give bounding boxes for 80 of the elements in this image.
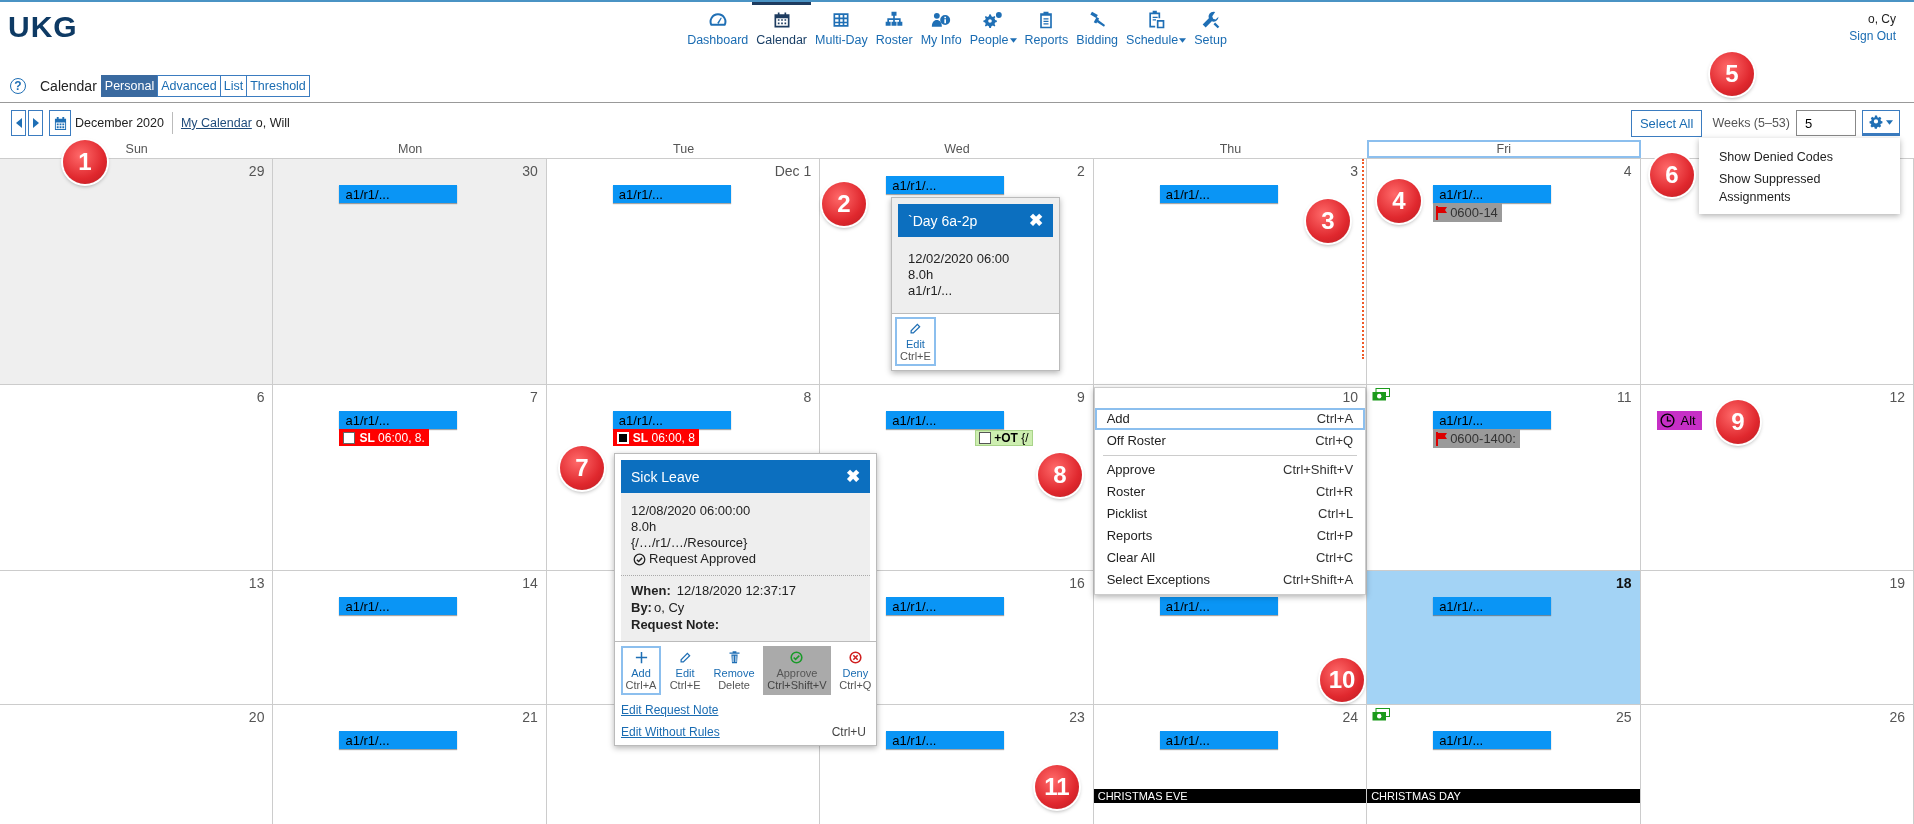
detail-text: a1/r1/...	[908, 283, 954, 299]
field-label: By:	[631, 599, 652, 616]
field-label: Request Note:	[631, 616, 720, 633]
day-number: 24	[1342, 709, 1359, 727]
step-marker: 3	[1306, 199, 1350, 243]
status-text: Request Approved	[649, 551, 756, 567]
nav-label: My Info	[920, 33, 962, 47]
shortcut-label: Ctrl+U	[831, 725, 867, 739]
popup-title: Sick Leave	[631, 468, 700, 485]
field-value: 12/18/2020 12:37:17	[676, 582, 796, 599]
popup-title: `Day 6a-2p	[908, 212, 978, 229]
day-number: 4	[1623, 163, 1632, 181]
step-marker: 4	[1377, 179, 1421, 223]
day-number: 23	[1069, 709, 1085, 727]
day-number: 19	[1889, 575, 1905, 593]
step-marker: 1	[63, 140, 107, 184]
holiday-bar: CHRISTMAS EVE	[1093, 789, 1367, 803]
day-number: 18	[1616, 575, 1632, 593]
page-title: Calendar	[40, 78, 97, 94]
detail-text: 12/02/2020 06:00	[908, 251, 1011, 267]
day-number: 2	[1076, 163, 1085, 181]
field-label: When:	[631, 582, 671, 599]
shortcut-label: Ctrl+C	[1315, 549, 1354, 567]
day-number: 30	[522, 163, 538, 181]
step-marker: 11	[1035, 765, 1079, 809]
day-number: 13	[248, 575, 265, 593]
nav-label: Multi-Day	[815, 33, 868, 47]
day-number: 26	[1889, 709, 1905, 727]
shortcut-label: Ctrl+A	[1316, 410, 1354, 428]
day-number: 9	[1076, 389, 1085, 407]
nav-label: Reports	[1024, 33, 1069, 47]
shortcut-label: Delete	[718, 679, 750, 691]
person-name: o, Will	[255, 116, 290, 130]
detail-text: 8.0h	[908, 267, 935, 283]
shortcut-label: Ctrl+Shift+V	[1283, 461, 1354, 479]
shortcut-label: Ctrl+R	[1315, 483, 1354, 501]
holiday-bar: CHRISTMAS DAY	[1367, 789, 1640, 803]
step-marker: 5	[1710, 52, 1754, 96]
detail-text: 12/08/2020 06:00:00	[631, 503, 752, 519]
nav-label: People	[969, 33, 1017, 47]
day-number: 20	[248, 709, 265, 727]
day-number: Dec 1	[774, 163, 812, 181]
field-value: o, Cy	[653, 599, 685, 616]
nav-label: Roster	[875, 33, 913, 47]
day-number: 12	[1889, 389, 1905, 407]
day-number: 14	[522, 575, 538, 593]
nav-label: Setup	[1194, 33, 1227, 47]
step-marker: 2	[822, 182, 866, 226]
day-number: 16	[1069, 575, 1085, 593]
shortcut-label: Ctrl+E	[669, 679, 701, 691]
day-number: 25	[1616, 709, 1632, 727]
day-number: 11	[1617, 389, 1632, 407]
shortcut-label: Ctrl+A	[625, 679, 657, 691]
shortcut-label: Ctrl+L	[1318, 505, 1354, 523]
step-marker: 8	[1038, 453, 1082, 497]
day-number: 29	[248, 163, 265, 181]
nav-label: Dashboard	[687, 33, 749, 47]
day-number: 10	[1342, 389, 1359, 407]
step-marker: 9	[1716, 400, 1760, 444]
shortcut-label: Ctrl+Q	[839, 679, 872, 691]
shortcut-label: Ctrl+Shift+A	[1283, 571, 1354, 589]
step-marker: 6	[1650, 153, 1694, 197]
detail-text: {/…/r1/…/Resource}	[631, 535, 749, 551]
nav-label: Bidding	[1076, 33, 1119, 47]
nav-label: Schedule	[1126, 33, 1187, 47]
day-number: 8	[803, 389, 812, 407]
user-name: o, Cy	[1868, 12, 1896, 26]
day-number: 7	[530, 389, 538, 407]
shortcut-label: Ctrl+Q	[1315, 432, 1354, 450]
day-number: 6	[256, 389, 265, 407]
detail-text: 8.0h	[631, 519, 658, 535]
shortcut-label: Ctrl+P	[1316, 527, 1354, 545]
day-number: 3	[1350, 163, 1359, 181]
month-label: December 2020	[75, 116, 164, 130]
nav-label: Calendar	[756, 33, 807, 47]
step-marker: 10	[1320, 658, 1364, 702]
step-marker: 7	[560, 446, 604, 490]
day-number: 21	[522, 709, 538, 727]
shortcut-label: Ctrl+E	[900, 350, 931, 362]
weeks-label: Weeks (5–53)	[1712, 116, 1790, 130]
